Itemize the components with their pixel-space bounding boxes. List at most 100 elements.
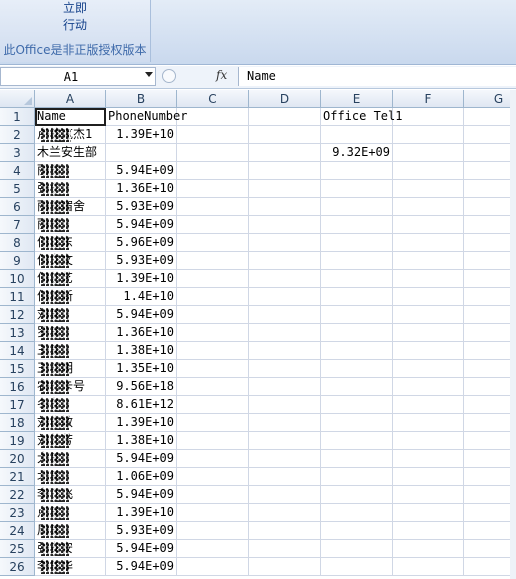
cell-g6[interactable] xyxy=(464,198,516,216)
cell-g19[interactable] xyxy=(464,432,516,450)
cell-b6[interactable]: 5.93E+09 xyxy=(106,198,177,216)
cell-c10[interactable] xyxy=(177,270,249,288)
cell-e8[interactable] xyxy=(321,234,393,252)
cell-b17[interactable]: 8.61E+12 xyxy=(106,396,177,414)
cell-c17[interactable] xyxy=(177,396,249,414)
cell-g2[interactable] xyxy=(464,126,516,144)
cell-c24[interactable] xyxy=(177,522,249,540)
row-header-19[interactable]: 19 xyxy=(0,432,35,450)
cell-f15[interactable] xyxy=(393,360,464,378)
cell-b21[interactable]: 1.06E+09 xyxy=(106,468,177,486)
cell-b16[interactable]: 9.56E+18 xyxy=(106,378,177,396)
cell-f1[interactable] xyxy=(393,108,464,126)
cell-d21[interactable] xyxy=(249,468,321,486)
cell-g13[interactable] xyxy=(464,324,516,342)
cell-e17[interactable] xyxy=(321,396,393,414)
row-header-11[interactable]: 11 xyxy=(0,288,35,306)
cell-f22[interactable] xyxy=(393,486,464,504)
cell-b12[interactable]: 5.94E+09 xyxy=(106,306,177,324)
cell-d2[interactable] xyxy=(249,126,321,144)
cell-f3[interactable] xyxy=(393,144,464,162)
cell-b4[interactable]: 5.94E+09 xyxy=(106,162,177,180)
cell-c15[interactable] xyxy=(177,360,249,378)
cell-e14[interactable] xyxy=(321,342,393,360)
cell-b13[interactable]: 1.36E+10 xyxy=(106,324,177,342)
cell-g8[interactable] xyxy=(464,234,516,252)
cell-f26[interactable] xyxy=(393,558,464,576)
cell-b24[interactable]: 5.93E+09 xyxy=(106,522,177,540)
activate-now-button[interactable]: 立即 行动 xyxy=(50,0,100,38)
row-header-12[interactable]: 12 xyxy=(0,306,35,324)
cell-c4[interactable] xyxy=(177,162,249,180)
cell-f14[interactable] xyxy=(393,342,464,360)
cell-f16[interactable] xyxy=(393,378,464,396)
cell-d15[interactable] xyxy=(249,360,321,378)
cell-d13[interactable] xyxy=(249,324,321,342)
cell-g9[interactable] xyxy=(464,252,516,270)
cell-c6[interactable] xyxy=(177,198,249,216)
row-header-14[interactable]: 14 xyxy=(0,342,35,360)
cell-g12[interactable] xyxy=(464,306,516,324)
cell-d1[interactable] xyxy=(249,108,321,126)
cell-e9[interactable] xyxy=(321,252,393,270)
cell-c19[interactable] xyxy=(177,432,249,450)
cell-f13[interactable] xyxy=(393,324,464,342)
cell-d16[interactable] xyxy=(249,378,321,396)
cell-c2[interactable] xyxy=(177,126,249,144)
chevron-down-icon[interactable] xyxy=(145,72,153,77)
cell-g11[interactable] xyxy=(464,288,516,306)
cell-e10[interactable] xyxy=(321,270,393,288)
cell-b20[interactable]: 5.94E+09 xyxy=(106,450,177,468)
cell-f25[interactable] xyxy=(393,540,464,558)
cell-e12[interactable] xyxy=(321,306,393,324)
cell-g20[interactable] xyxy=(464,450,516,468)
row-header-22[interactable]: 22 xyxy=(0,486,35,504)
cell-c13[interactable] xyxy=(177,324,249,342)
row-header-8[interactable]: 8 xyxy=(0,234,35,252)
vertical-scrollbar[interactable] xyxy=(510,90,516,579)
cell-g21[interactable] xyxy=(464,468,516,486)
cell-d8[interactable] xyxy=(249,234,321,252)
cell-b1[interactable]: PhoneNumber xyxy=(106,108,187,126)
cell-c22[interactable] xyxy=(177,486,249,504)
row-header-23[interactable]: 23 xyxy=(0,504,35,522)
row-header-7[interactable]: 7 xyxy=(0,216,35,234)
cell-e18[interactable] xyxy=(321,414,393,432)
column-header-b[interactable]: B xyxy=(106,90,177,108)
row-header-6[interactable]: 6 xyxy=(0,198,35,216)
cell-f10[interactable] xyxy=(393,270,464,288)
cell-e22[interactable] xyxy=(321,486,393,504)
cell-c11[interactable] xyxy=(177,288,249,306)
cell-f4[interactable] xyxy=(393,162,464,180)
row-header-1[interactable]: 1 xyxy=(0,108,35,126)
row-header-17[interactable]: 17 xyxy=(0,396,35,414)
cell-d12[interactable] xyxy=(249,306,321,324)
cell-g14[interactable] xyxy=(464,342,516,360)
cell-a3[interactable]: 木兰安生部 xyxy=(35,144,106,162)
row-header-25[interactable]: 25 xyxy=(0,540,35,558)
row-header-26[interactable]: 26 xyxy=(0,558,35,576)
cell-e26[interactable] xyxy=(321,558,393,576)
row-header-15[interactable]: 15 xyxy=(0,360,35,378)
cell-f9[interactable] xyxy=(393,252,464,270)
formula-input[interactable]: Name xyxy=(238,67,516,86)
cell-e11[interactable] xyxy=(321,288,393,306)
cell-d23[interactable] xyxy=(249,504,321,522)
cell-e3[interactable]: 9.32E+09 xyxy=(321,144,393,162)
cell-b3[interactable] xyxy=(106,144,177,162)
cell-e19[interactable] xyxy=(321,432,393,450)
cell-f20[interactable] xyxy=(393,450,464,468)
column-header-g[interactable]: G xyxy=(464,90,516,108)
cell-d9[interactable] xyxy=(249,252,321,270)
cell-b22[interactable]: 5.94E+09 xyxy=(106,486,177,504)
cell-c1[interactable] xyxy=(177,108,249,126)
cell-g18[interactable] xyxy=(464,414,516,432)
cell-e4[interactable] xyxy=(321,162,393,180)
cell-g7[interactable] xyxy=(464,216,516,234)
cell-d11[interactable] xyxy=(249,288,321,306)
cell-d7[interactable] xyxy=(249,216,321,234)
cell-f17[interactable] xyxy=(393,396,464,414)
insert-function-icon[interactable]: fx xyxy=(216,68,227,82)
name-box[interactable]: A1 xyxy=(0,67,156,86)
cell-b23[interactable]: 1.39E+10 xyxy=(106,504,177,522)
